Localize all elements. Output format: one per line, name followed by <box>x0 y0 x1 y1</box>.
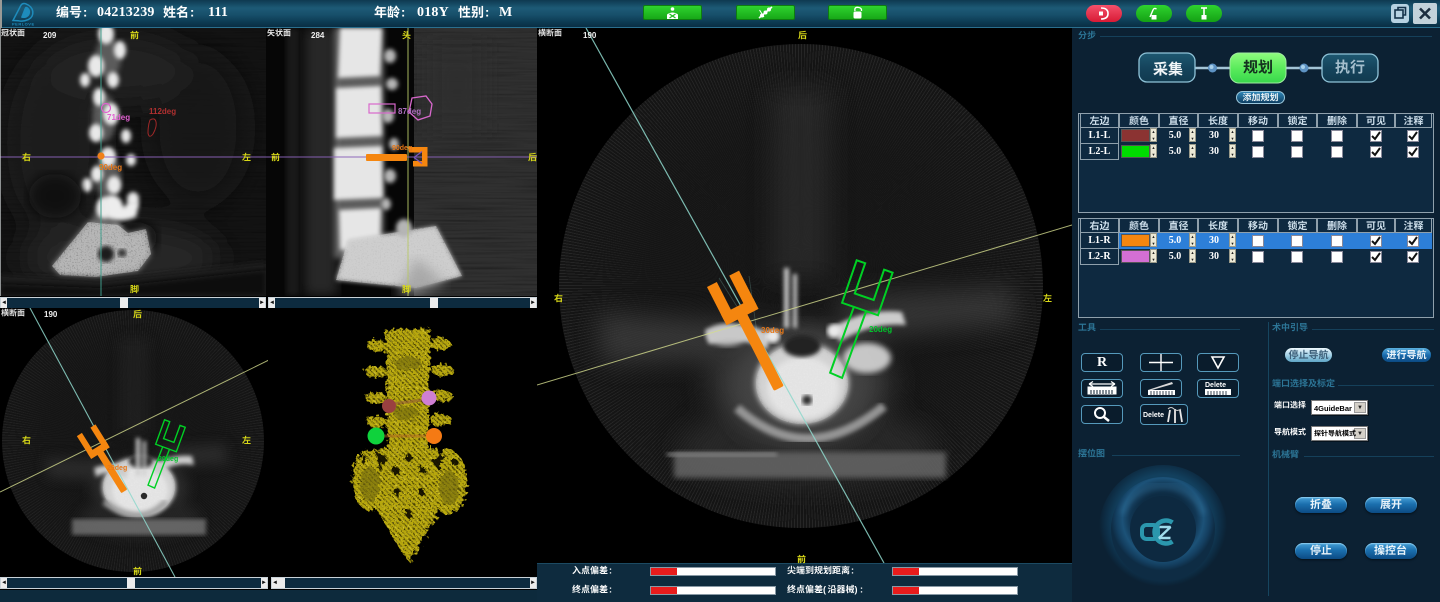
svg-text:Delete: Delete <box>1143 412 1164 419</box>
svg-text:87deg: 87deg <box>398 107 421 116</box>
svg-text:209: 209 <box>43 31 57 40</box>
svg-text:90deg: 90deg <box>99 163 122 172</box>
svg-text:190: 190 <box>583 31 597 40</box>
svg-text:20deg: 20deg <box>158 456 178 463</box>
svg-text:71deg: 71deg <box>107 113 130 122</box>
svg-text:PERLOVE: PERLOVE <box>12 22 35 27</box>
svg-text:284: 284 <box>311 31 325 40</box>
svg-text:190: 190 <box>44 310 58 319</box>
svg-text:29deg: 29deg <box>107 465 127 472</box>
svg-text:Delete: Delete <box>1205 382 1226 389</box>
svg-text:20deg: 20deg <box>869 325 892 334</box>
svg-text:90deg: 90deg <box>392 145 412 152</box>
svg-text:112deg: 112deg <box>149 107 176 116</box>
svg-text:30deg: 30deg <box>761 326 784 335</box>
